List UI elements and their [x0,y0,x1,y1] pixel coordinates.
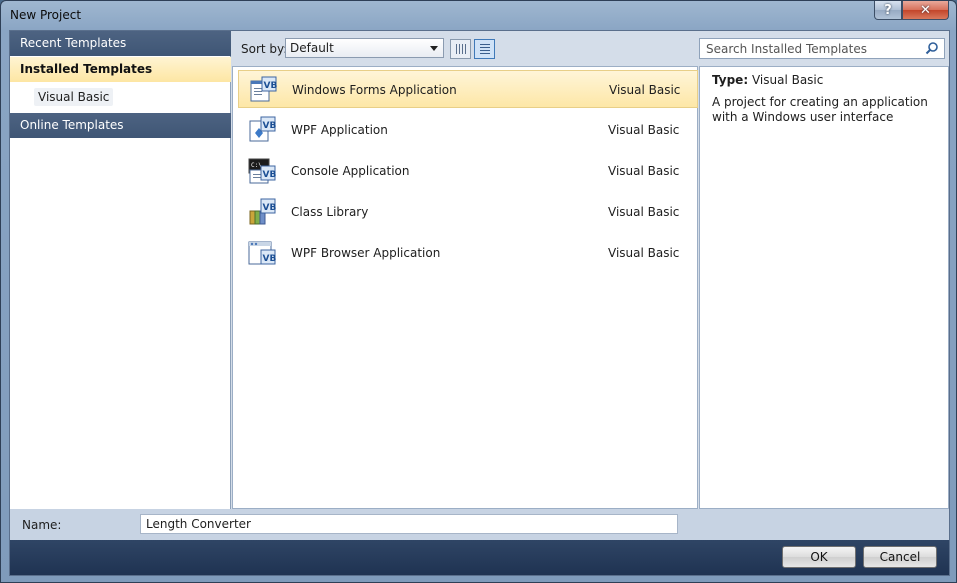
name-label: Name: [22,518,62,532]
template-list: VB Windows Forms Application Visual Basi… [232,66,698,509]
template-description: A project for creating an application wi… [712,95,928,124]
name-row: Name: Length Converter [10,509,949,540]
window-title: New Project [10,8,82,22]
template-name: WPF Browser Application [291,246,441,260]
wpf-application-icon: VB [249,116,277,142]
wpf-browser-application-icon: VB [248,241,277,265]
sidebar-item-online-templates[interactable]: Online Templates [10,113,231,138]
template-name: WPF Application [291,123,388,137]
template-language: Visual Basic [608,205,680,219]
class-library-icon: VB [249,198,277,225]
template-row-console[interactable]: C:\ VB Console Application Visual Basic [238,152,698,190]
sidebar-item-visual-basic[interactable]: Visual Basic [34,88,114,106]
search-templates-input[interactable]: Search Installed Templates [699,38,945,59]
template-details: Type: Visual Basic A project for creatin… [699,66,949,509]
console-application-icon: C:\ VB [248,158,277,184]
svg-text:VB: VB [263,254,277,264]
title-bar: New Project ? ✕ [1,1,956,29]
template-language: Visual Basic [608,123,680,137]
template-row-wpf[interactable]: VB WPF Application Visual Basic [238,111,698,149]
template-row-wpf-browser[interactable]: VB WPF Browser Application Visual Basic [238,234,698,272]
small-icons-view-button[interactable] [450,39,471,59]
dialog-client: Recent Templates Installed Templates Vis… [9,30,950,576]
close-button[interactable]: ✕ [902,1,949,20]
template-row-windows-forms[interactable]: VB Windows Forms Application Visual Basi… [238,70,698,108]
help-icon: ? [884,2,892,18]
sort-by-label: Sort by: [241,42,288,56]
template-name: Console Application [291,164,410,178]
type-line: Type: Visual Basic [712,73,936,87]
template-row-class-library[interactable]: VB Class Library Visual Basic [238,193,698,231]
list-view-button[interactable] [474,39,495,59]
chevron-down-icon [430,46,438,51]
template-language: Visual Basic [608,164,680,178]
template-categories: Recent Templates Installed Templates Vis… [10,31,231,509]
list-view-icon [480,44,490,54]
help-button[interactable]: ? [874,1,902,20]
dialog-button-bar: OK Cancel [10,540,949,575]
grid-view-icon [456,44,466,54]
template-language: Visual Basic [609,83,681,97]
svg-text:VB: VB [263,170,277,180]
search-icon[interactable] [925,41,939,55]
svg-text:VB: VB [264,81,278,91]
sort-by-value: Default [290,41,334,55]
svg-text:VB: VB [263,121,277,131]
ok-button[interactable]: OK [782,546,856,568]
close-icon: ✕ [920,2,931,18]
type-label: Type: [712,73,749,87]
cancel-button[interactable]: Cancel [863,546,937,568]
new-project-dialog: New Project ? ✕ Recent Templates Install… [0,0,957,583]
svg-text:VB: VB [263,203,277,213]
search-placeholder: Search Installed Templates [706,42,867,56]
sidebar-item-installed-templates[interactable]: Installed Templates [10,57,231,82]
sidebar-item-recent-templates[interactable]: Recent Templates [10,31,231,56]
project-name-input[interactable]: Length Converter [140,514,678,534]
template-toolbar: Sort by: Default [232,31,698,65]
template-name: Windows Forms Application [292,83,457,97]
template-language: Visual Basic [608,246,680,260]
type-value: Visual Basic [751,73,824,87]
windows-forms-icon: VB [250,76,278,102]
sort-by-dropdown[interactable]: Default [285,38,444,58]
template-name: Class Library [291,205,369,219]
